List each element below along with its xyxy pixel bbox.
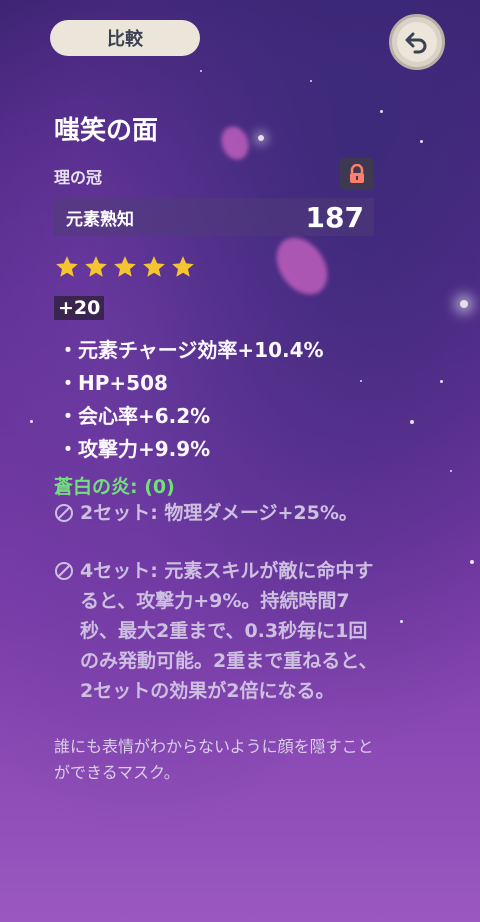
set-effect-text: 2セット: 物理ダメージ+25%。 [80, 502, 358, 524]
background-petal [216, 122, 254, 164]
background-star [410, 420, 414, 424]
background-star [420, 140, 423, 143]
set-effect-text: 4セット: 元素スキルが敵に命中すると、攻撃力+9%。持続時間7秒、最大2重まで… [80, 560, 378, 702]
artifact-description: 誰にも表情がわからないように顔を隠すことができるマスク。 [54, 737, 374, 782]
background-star [400, 620, 403, 623]
star-icon [85, 256, 107, 277]
background-star [470, 560, 474, 564]
substat-item: ・攻撃力+9.9% [58, 437, 211, 461]
substat-item: ・HP+508 [58, 371, 168, 395]
background-star [380, 110, 383, 113]
inactive-circle-icon [54, 498, 80, 532]
compare-button-label: 比較 [107, 29, 143, 50]
return-arrow-icon [397, 22, 437, 62]
set-name: 蒼白の炎: (0) [54, 476, 175, 498]
background-star [310, 80, 312, 82]
rarity-stars [54, 254, 196, 280]
lock-icon [350, 164, 364, 183]
star-icon [143, 256, 165, 277]
compare-button[interactable]: 比較 [50, 20, 200, 56]
main-stat-value: 187 [305, 200, 364, 234]
set-effect-4pc: 4セット: 元素スキルが敵に命中すると、攻撃力+9%。持続時間7秒、最大2重まで… [54, 556, 384, 706]
inactive-circle-icon [54, 556, 80, 706]
background-star [360, 380, 362, 382]
lock-button[interactable] [340, 158, 374, 190]
background-petal [266, 227, 338, 305]
background-star [30, 420, 33, 423]
background-star [460, 300, 468, 308]
substat-item: ・会心率+6.2% [58, 404, 211, 428]
background-star [450, 470, 452, 472]
background-star [258, 135, 264, 141]
artifact-level: +20 [54, 296, 105, 320]
star-icon [172, 256, 194, 277]
artifact-slot: 理の冠 [54, 168, 103, 187]
artifact-name: 嗤笑の面 [54, 116, 159, 146]
main-stat: 元素熟知 187 [54, 198, 374, 236]
star-icon [56, 256, 78, 277]
star-icon [114, 256, 136, 277]
substat-list: ・元素チャージ効率+10.4% ・HP+508 ・会心率+6.2% ・攻撃力+9… [58, 334, 324, 466]
main-stat-label: 元素熟知 [66, 209, 134, 230]
background-star [200, 70, 202, 72]
background-star [440, 380, 443, 383]
substat-item: ・元素チャージ効率+10.4% [58, 338, 324, 362]
set-effect-2pc: 2セット: 物理ダメージ+25%。 [54, 498, 384, 532]
back-button[interactable] [389, 14, 445, 70]
